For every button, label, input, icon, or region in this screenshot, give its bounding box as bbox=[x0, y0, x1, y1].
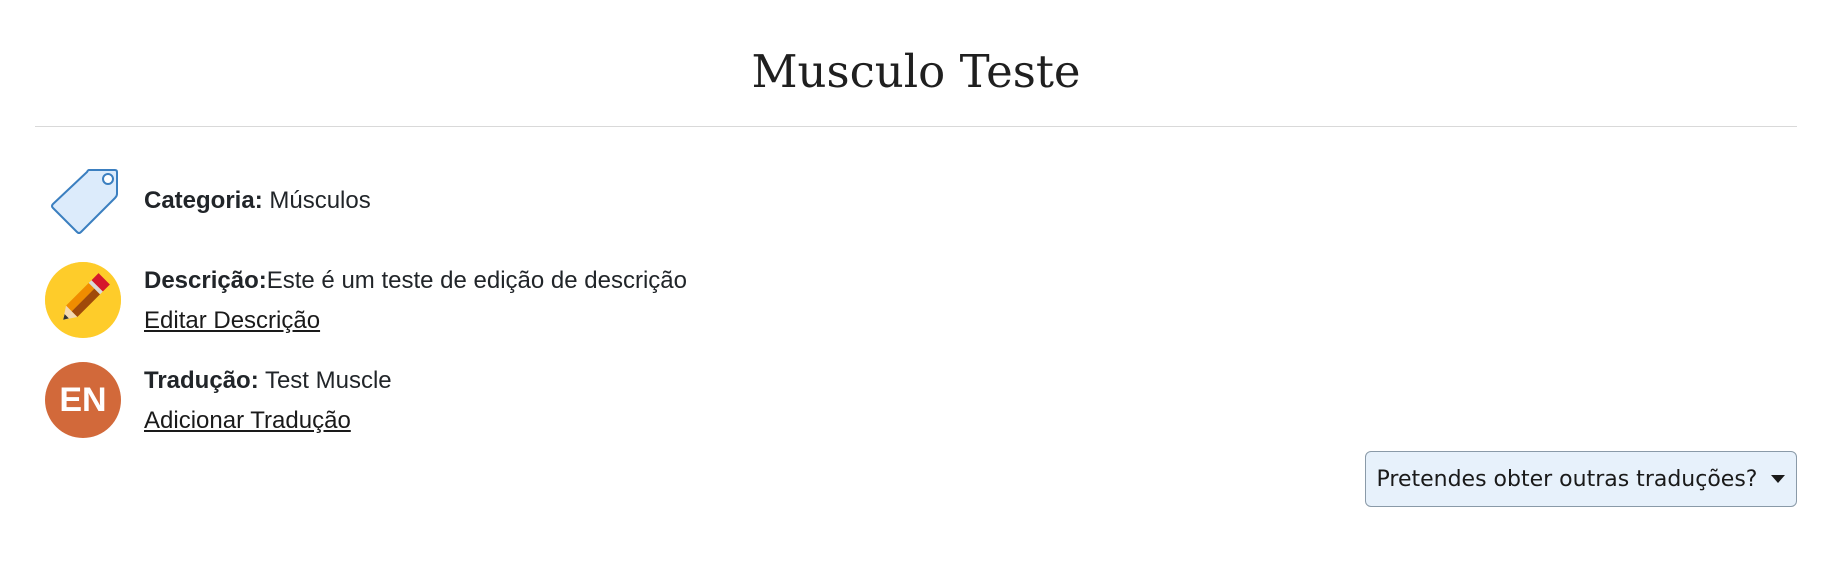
other-translations-dropdown-button[interactable]: Pretendes obter outras traduções? bbox=[1365, 451, 1797, 507]
category-text: Categoria: Músculos bbox=[144, 186, 371, 216]
description-value: Este é um teste de edição de descrição bbox=[266, 267, 687, 294]
translation-text: Tradução: Test Muscle bbox=[144, 366, 392, 396]
caret-down-icon bbox=[1771, 475, 1786, 483]
edit-description-link[interactable]: Editar Descrição bbox=[144, 306, 320, 336]
tag-icon bbox=[45, 164, 121, 240]
description-row: Descrição:Este é um teste de edição de d… bbox=[35, 262, 1797, 342]
page-container: Musculo Teste Categoria: Músculos Descri… bbox=[35, 0, 1797, 568]
translation-row: EN Tradução: Test Muscle Adicionar Tradu… bbox=[35, 362, 1797, 442]
add-translation-link[interactable]: Adicionar Tradução bbox=[144, 406, 351, 436]
description-text: Descrição:Este é um teste de edição de d… bbox=[144, 266, 687, 296]
category-label: Categoria: bbox=[144, 187, 263, 214]
description-label: Descrição: bbox=[144, 267, 267, 294]
translation-value: Test Muscle bbox=[258, 367, 392, 394]
other-translations-label: Pretendes obter outras traduções? bbox=[1376, 466, 1758, 492]
translation-label: Tradução: bbox=[144, 367, 259, 394]
page-title: Musculo Teste bbox=[751, 45, 1081, 98]
language-badge-icon: EN bbox=[45, 362, 121, 438]
pencil-icon bbox=[45, 262, 121, 338]
divider bbox=[35, 126, 1797, 127]
category-row: Categoria: Músculos bbox=[35, 160, 1797, 246]
category-value: Músculos bbox=[262, 187, 371, 214]
